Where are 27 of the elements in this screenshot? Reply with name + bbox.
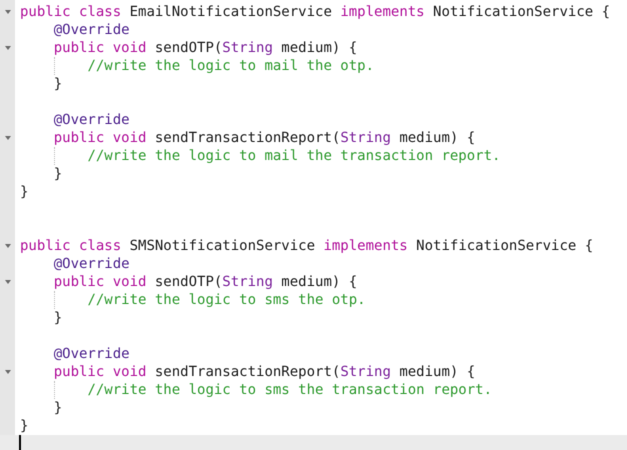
code-line: } (54, 309, 62, 327)
fold-icon[interactable] (5, 46, 11, 50)
code-line: @Override (54, 111, 130, 129)
fold-icon[interactable] (5, 280, 11, 284)
code-line: } (20, 183, 28, 201)
code-line: } (20, 417, 28, 435)
code-line: //write the logic to sms the transaction report. (87, 381, 492, 399)
fold-icon[interactable] (5, 244, 11, 248)
code-line: //write the logic to mail the transaction report. (87, 147, 500, 165)
code-line: public void sendTransactionReport(String medium) { (54, 129, 476, 147)
code-line: public class EmailNotificationService implements NotificationService { (20, 3, 610, 21)
code-line: } (54, 165, 62, 183)
code-line: @Override (54, 21, 130, 39)
code-line: public void sendOTP(String medium) { (54, 39, 358, 57)
code-line: @Override (54, 255, 130, 273)
code-line: @Override (54, 345, 130, 363)
fold-icon[interactable] (5, 370, 11, 374)
code-line: } (54, 399, 62, 417)
code-line: public class SMSNotificationService implements NotificationService { (20, 237, 594, 255)
code-line: public void sendOTP(String medium) { (54, 273, 358, 291)
code-line: public void sendTransactionReport(String medium) { (54, 363, 476, 381)
code-line: //write the logic to sms the otp. (87, 291, 366, 309)
text-cursor (19, 435, 21, 450)
fold-icon[interactable] (5, 10, 11, 14)
code-line: } (54, 75, 62, 93)
fold-icon[interactable] (5, 136, 11, 140)
code-line: //write the logic to mail the otp. (87, 57, 374, 75)
